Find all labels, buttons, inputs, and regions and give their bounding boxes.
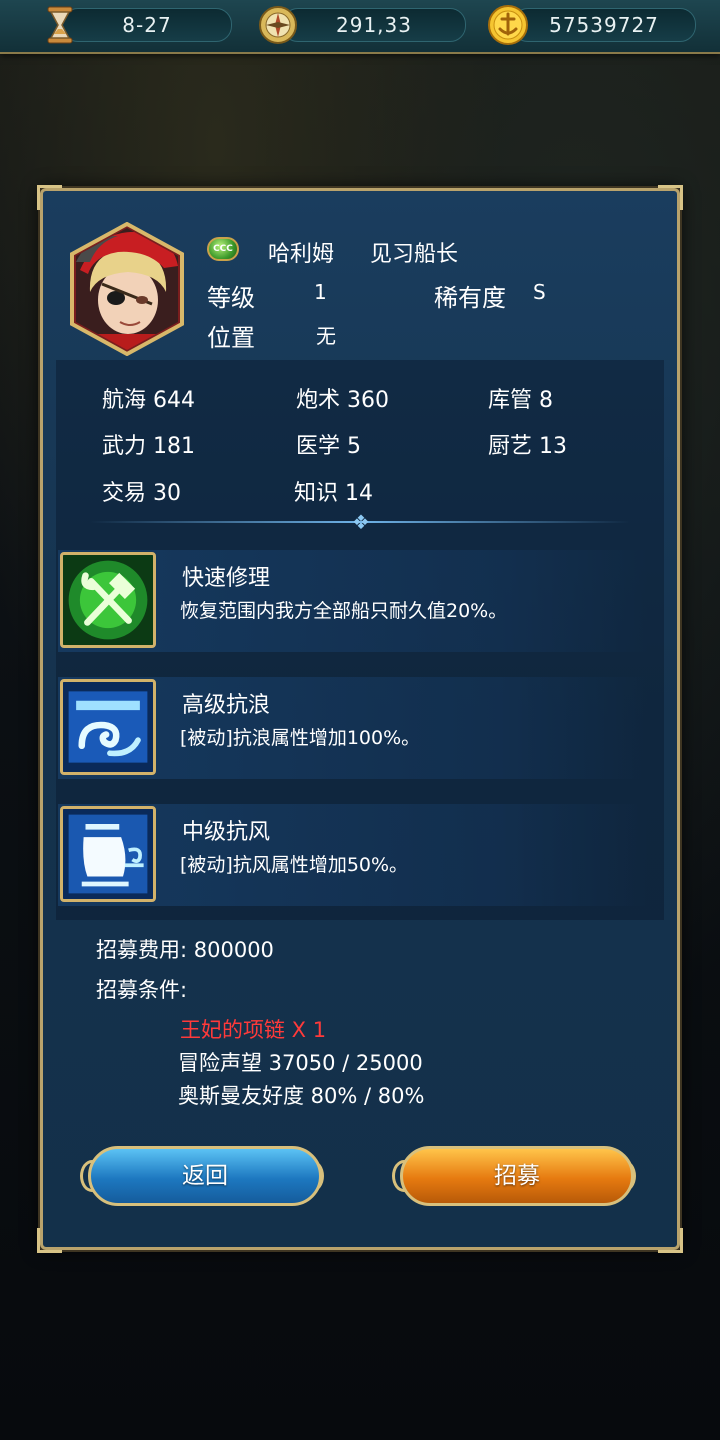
panel-corner <box>658 185 683 210</box>
recruit-button[interactable]: 招募 <box>400 1146 634 1206</box>
skill-name: 快速修理 <box>182 566 271 591</box>
panel-corner <box>658 1228 683 1253</box>
back-button[interactable]: 返回 <box>88 1146 322 1206</box>
condition-friendship: 奥斯曼友好度 80% / 80% <box>178 1084 425 1108</box>
rarity-label: 稀有度 <box>434 284 506 312</box>
stat-trade: 交易 30 <box>102 481 181 506</box>
stat-navigation: 航海 644 <box>102 388 195 413</box>
date-display: 8-27 <box>62 8 232 42</box>
level-label: 等级 <box>207 284 255 312</box>
skill-name: 中级抗风 <box>182 820 271 845</box>
panel-corner <box>37 185 62 210</box>
skill-row-wave-resist[interactable]: 高级抗浪 [被动]抗浪属性增加100%。 <box>58 677 648 779</box>
skill-name: 高级抗浪 <box>182 693 271 718</box>
rank-badge: CCC <box>207 237 239 261</box>
condition-reputation: 冒险声望 37050 / 25000 <box>178 1051 423 1075</box>
skill-row-quick-repair[interactable]: 快速修理 恢复范围内我方全部船只耐久值20%。 <box>58 550 648 652</box>
position-label: 位置 <box>207 324 255 352</box>
recruit-cost: 招募费用: 800000 <box>96 938 274 962</box>
stat-gunnery: 炮术 360 <box>296 388 389 413</box>
repair-tools-icon <box>60 552 156 648</box>
date-value: 8-27 <box>122 13 172 37</box>
sail-wind-icon <box>60 806 156 902</box>
condition-item-necklace: 王妃的项链 X 1 <box>180 1018 327 1042</box>
resource-bar: 8-27 291,33 57539727 <box>0 0 720 54</box>
stat-medicine: 医学 5 <box>296 434 361 459</box>
officer-avatar <box>70 222 184 356</box>
gold-resource: 57539727 <box>512 8 696 42</box>
stat-combat: 武力 181 <box>102 434 195 459</box>
compass-icon <box>259 6 297 44</box>
gold-coin-icon <box>488 5 528 45</box>
divider-ornament-icon: ❖ <box>352 510 370 534</box>
hourglass-icon <box>47 6 73 44</box>
stat-knowledge: 知识 14 <box>294 481 373 506</box>
level-value: 1 <box>314 280 327 304</box>
wave-icon <box>60 679 156 775</box>
compass-resource: 291,33 <box>282 8 466 42</box>
stat-cooking: 厨艺 13 <box>488 434 567 459</box>
panel-corner <box>37 1228 62 1253</box>
skill-description: [被动]抗浪属性增加100%。 <box>180 727 421 749</box>
officer-name: 哈利姆 <box>268 242 335 267</box>
skill-description: 恢复范围内我方全部船只耐久值20%。 <box>180 600 508 622</box>
recruit-conditions-label: 招募条件: <box>96 978 188 1002</box>
officer-title: 见习船长 <box>370 242 459 267</box>
skill-description: [被动]抗风属性增加50%。 <box>180 854 409 876</box>
gold-value: 57539727 <box>549 13 659 37</box>
rarity-value: S <box>533 280 546 304</box>
compass-value: 291,33 <box>336 13 412 37</box>
stat-storage: 库管 8 <box>488 388 553 413</box>
position-value: 无 <box>316 324 336 348</box>
skill-row-wind-resist[interactable]: 中级抗风 [被动]抗风属性增加50%。 <box>58 804 648 906</box>
